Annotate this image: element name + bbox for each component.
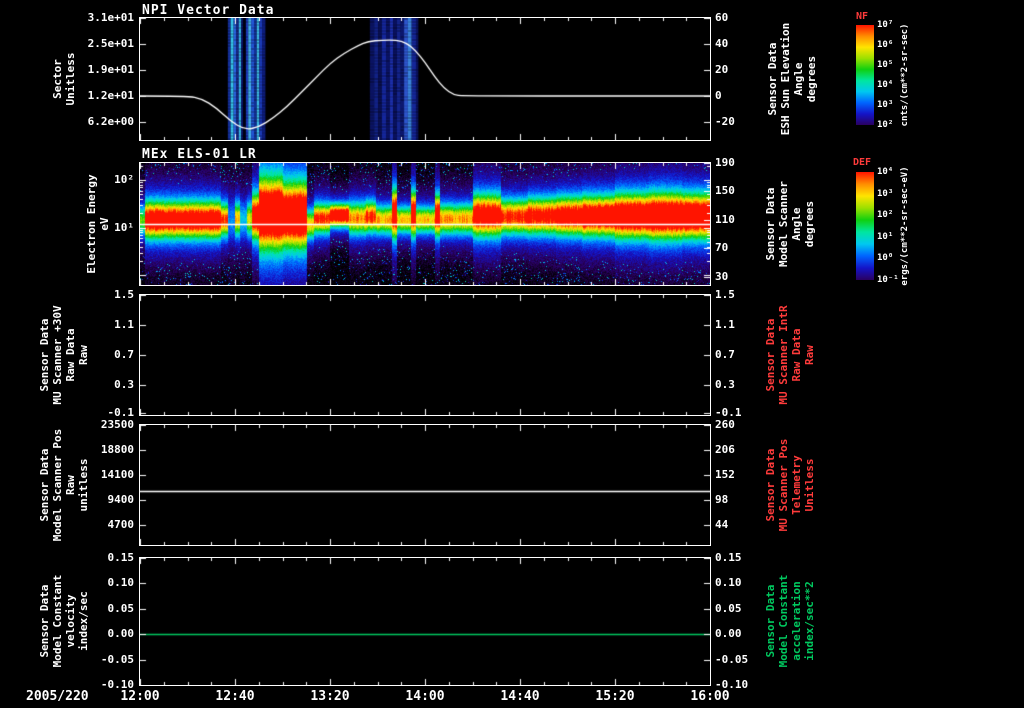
y-tick-label: 150 (715, 184, 735, 198)
colorbar-tick-label: 10³ (877, 188, 894, 199)
y-tick-label: 1.1 (715, 318, 735, 331)
panel-npi-title: NPI Vector Data (142, 3, 275, 18)
y-tick-label: 0.00 (715, 627, 742, 641)
y-tick-label: 1.2e+01 (87, 88, 134, 102)
y-tick-label: 0.00 (107, 627, 135, 641)
y-tick-label: 30 (715, 269, 729, 283)
y-tick-label: 206 (715, 442, 735, 456)
colorbar-tick-label: 10⁴ (877, 167, 894, 177)
time-tick-label: 14:40 (500, 689, 540, 704)
y-tick-label: 110 (715, 212, 735, 226)
colorbar-tick-label: 10⁶ (877, 40, 894, 50)
colorbar-tick-label: 10⁰ (877, 253, 894, 264)
nf-colorbar (856, 25, 874, 125)
y-tick-label: 3.1e+01 (87, 11, 134, 24)
npi-spectrogram-canvas (140, 18, 710, 140)
y-tick-label: 70 (715, 241, 729, 255)
time-tick-label: 14:00 (405, 689, 445, 704)
y-tick-label: 152 (715, 468, 735, 482)
y-tick-label: 0.05 (715, 601, 742, 615)
colorbar-tick-label: 10⁻¹ (877, 275, 899, 285)
quicklook-plot-page: NPI Vector Data MEx ELS-01 LR Sector Uni… (0, 0, 1024, 708)
y-tick-label: 0.7 (715, 348, 735, 361)
y-tick-label: 0.15 (107, 551, 135, 564)
colorbar-tick-label: 10³ (877, 100, 894, 110)
y-tick-label: 6.2e+00 (87, 114, 134, 128)
y-tick-label: 14100 (100, 468, 134, 482)
def-colorbar (856, 172, 874, 280)
y-tick-label: 1.9e+01 (87, 62, 134, 76)
y-tick-label: 10² (114, 173, 134, 187)
panel-mu-scanner-plot (140, 295, 710, 415)
panel-els-plot (140, 163, 710, 285)
y-tick-label: 260 (715, 418, 735, 431)
time-tick-label: 13:20 (310, 689, 350, 704)
mu-scanner-canvas (140, 295, 710, 415)
y-tick-label: 0.10 (107, 576, 135, 590)
colorbar-tick-label: 10⁵ (877, 60, 894, 70)
panel-model-constant-plot (140, 558, 710, 685)
colorbar-tick-label: 10² (877, 210, 894, 221)
time-tick-label: 12:40 (215, 689, 255, 704)
y-tick-label: -0.05 (100, 652, 134, 666)
y-tick-label: 60 (715, 11, 729, 24)
y-tick-label: 0.3 (114, 378, 134, 391)
y-tick-label: 0.3 (715, 378, 735, 391)
y-tick-label: 10¹ (114, 220, 134, 234)
colorbar-tick-label: 10² (877, 120, 894, 130)
y-tick-label: 0 (715, 88, 722, 102)
nf-colorbar-label: NF (856, 11, 869, 22)
y-tick-label: 9400 (107, 493, 135, 506)
y-tick-label: -0.10 (715, 678, 749, 691)
y-tick-label: 0.15 (715, 551, 742, 564)
y-tick-label: 18800 (100, 442, 134, 456)
def-colorbar-label: DEF (853, 157, 872, 168)
y-tick-label: 40 (715, 36, 729, 50)
y-tick-label: 98 (715, 493, 729, 506)
colorbar-tick-label: 10⁷ (877, 20, 894, 30)
y-tick-label: 20 (715, 62, 729, 76)
y-tick-label: -20 (715, 114, 735, 128)
y-tick-label: 0.10 (715, 576, 742, 590)
colorbar-tick-label: 10⁴ (877, 80, 894, 90)
panel-scanner-pos-plot (140, 425, 710, 545)
y-tick-label: 0.05 (107, 601, 135, 615)
y-tick-label: 1.5 (715, 288, 735, 301)
y-tick-label: 1.1 (114, 318, 134, 331)
y-tick-label: 0.7 (114, 348, 134, 361)
colorbar-tick-label: 10¹ (877, 231, 894, 242)
y-tick-label: 23500 (100, 418, 134, 431)
time-tick-label: 15:20 (595, 689, 635, 704)
y-tick-label: 44 (715, 517, 729, 531)
y-tick-label: 190 (715, 156, 735, 169)
y-tick-label: 1.5 (114, 288, 134, 301)
model-constant-canvas (140, 558, 710, 685)
y-tick-label: 2.5e+01 (87, 36, 134, 50)
nf-colorbar-units: cnts/(cm**2-sr-sec) (900, 23, 910, 127)
y-tick-label: 4700 (107, 517, 135, 531)
scanner-pos-canvas (140, 425, 710, 545)
panel-npi-plot (140, 18, 710, 140)
y-tick-label: -0.05 (715, 652, 749, 666)
y-tick-label: -0.10 (100, 678, 134, 691)
panel-els-title: MEx ELS-01 LR (142, 147, 257, 162)
els-spectrogram-canvas (140, 163, 710, 285)
def-colorbar-units: ergs/(cm**2-sr-sec-eV) (900, 166, 910, 286)
